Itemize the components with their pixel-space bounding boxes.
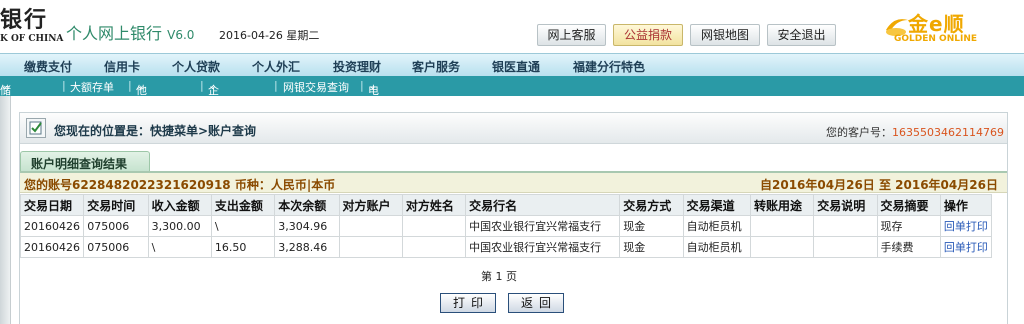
cell-description: [813, 236, 878, 258]
cell-summary: 手续费: [876, 236, 941, 258]
print-receipt-link[interactable]: 回单打印: [939, 236, 993, 258]
cell-date: 20160426: [19, 236, 85, 258]
cell-summary: 现存: [876, 215, 941, 237]
cell-time: 075006: [83, 236, 149, 258]
cell-channel: 自动柜员机: [682, 236, 751, 258]
back-button[interactable]: 返回: [508, 293, 564, 313]
col-income: 收入金额: [147, 194, 212, 216]
subnav-tx-query[interactable]: 网银交易查询: [283, 79, 349, 95]
nav-medical[interactable]: 银医直通: [492, 58, 540, 75]
cell-counter-name: [401, 236, 467, 258]
col-counter-name: 对方姓名: [401, 194, 467, 216]
subnav-divider: |: [274, 79, 278, 92]
col-channel: 交易渠道: [682, 194, 751, 216]
subnav-divider: |: [128, 79, 132, 92]
left-collapse-strip[interactable]: [0, 96, 11, 324]
col-expense: 支出金额: [210, 194, 276, 216]
subnav-divider: |: [360, 79, 364, 92]
cell-method: 现金: [619, 236, 684, 258]
cell-income: 3,300.00: [147, 215, 212, 237]
netbank-title: 个人网上银行 V6.0: [66, 20, 194, 44]
cell-balance: 3,288.46: [274, 236, 340, 258]
shortcut-menu-icon: [26, 118, 46, 138]
col-action: 操作: [939, 194, 993, 216]
cell-description: [813, 215, 878, 237]
content-panel: 您现在的位置是：快捷菜单>账户查询 您的客户号：1635503462114769…: [19, 112, 1008, 324]
cell-counter-account: [338, 236, 403, 258]
version-label: V6.0: [167, 28, 195, 42]
table-header-row: 交易日期 交易时间 收入金额 支出金额 本次余额 对方账户 对方姓名 交易行名 …: [19, 194, 993, 216]
nav-forex[interactable]: 个人外汇: [252, 58, 300, 75]
online-service-button[interactable]: 网上客服: [537, 24, 606, 46]
cell-date: 20160426: [19, 215, 85, 237]
table-row: 20160426 075006 \ 16.50 3,288.46 中国农业银行宜…: [19, 236, 993, 258]
nav-fujian[interactable]: 福建分行特色: [573, 58, 645, 75]
logo-text: 金e顺: [908, 12, 965, 36]
col-counter-account: 对方账户: [338, 194, 403, 216]
tab-detail-result[interactable]: 账户明细查询结果: [20, 151, 150, 171]
cell-income: \: [147, 236, 212, 258]
donation-button[interactable]: 公益捐款: [613, 24, 683, 46]
nav-credit-card[interactable]: 信用卡: [104, 58, 140, 75]
netbank-title-text: 个人网上银行: [66, 24, 163, 43]
cell-expense: \: [210, 215, 276, 237]
location-bar: 您现在的位置是：快捷菜单>账户查询 您的客户号：1635503462114769: [20, 113, 1007, 144]
tab-detail-result-label: 账户明细查询结果: [31, 157, 128, 171]
bank-english-name: K OF CHINA: [0, 34, 64, 44]
col-summary: 交易摘要: [876, 194, 941, 216]
main-nav: 缴费支付 信用卡 个人贷款 个人外汇 投资理财 客户服务 银医直通 福建分行特色: [0, 53, 1024, 76]
col-purpose: 转账用途: [749, 194, 815, 216]
date-range: 自2016年04月26日 至 2016年04月26日: [760, 178, 998, 192]
subnav-savings[interactable]: 储蓄业务 ⌄: [0, 79, 11, 145]
cell-purpose: [749, 236, 815, 258]
col-description: 交易说明: [813, 194, 878, 216]
header-date: 2016-04-26 星期二: [219, 29, 320, 42]
col-method: 交易方式: [619, 194, 684, 216]
nav-payment[interactable]: 缴费支付: [24, 58, 72, 75]
nav-personal-loan[interactable]: 个人贷款: [172, 58, 220, 75]
bank-name: 银行: [0, 7, 49, 33]
subnav-enterprise[interactable]: 企业服务 ⌄: [208, 79, 219, 145]
customer-number-label: 您的客户号：: [826, 126, 892, 139]
cell-method: 现金: [619, 215, 684, 237]
table-row: 20160426 075006 3,300.00 \ 3,304.96 中国农业…: [19, 215, 993, 237]
cell-expense: 16.50: [210, 236, 276, 258]
col-time: 交易时间: [83, 194, 149, 216]
cell-purpose: [749, 215, 815, 237]
cell-counter-account: [338, 215, 403, 237]
logo-subtext: GOLDEN ONLINE: [894, 34, 978, 44]
customer-number: 您的客户号：1635503462114769: [826, 124, 1004, 140]
subnav-e-receipt[interactable]: 电子回单 ⌄: [368, 79, 379, 145]
bank-map-button[interactable]: 网银地图: [690, 24, 760, 46]
cell-bank-name: 中国农业银行宜兴常福支行: [465, 215, 621, 237]
golden-online-logo: 金e顺 GOLDEN ONLINE: [884, 8, 1024, 48]
cell-balance: 3,304.96: [274, 215, 340, 237]
account-info-bar: 您的账号6228482022321620918 币种：人民币|本币 自2016年…: [20, 171, 1007, 193]
subnav-divider: |: [62, 79, 66, 92]
sub-nav: 储蓄业务 ⌄ | 大额存单 | 他行账户 ⌄ | 企业服务 ⌄ | 网银交易查询…: [0, 76, 1024, 145]
cell-channel: 自动柜员机: [682, 215, 751, 237]
page-number: 第 1 页: [481, 270, 517, 283]
transaction-table: 交易日期 交易时间 收入金额 支出金额 本次余额 对方账户 对方姓名 交易行名 …: [19, 194, 993, 258]
nav-customer-service[interactable]: 客户服务: [412, 58, 460, 75]
customer-number-value: 1635503462114769: [892, 126, 1004, 139]
col-balance: 本次余额: [274, 194, 340, 216]
account-number-currency: 您的账号6228482022321620918 币种：人民币|本币: [24, 178, 336, 192]
cell-bank-name: 中国农业银行宜兴常福支行: [465, 236, 621, 258]
print-receipt-link[interactable]: 回单打印: [939, 215, 993, 237]
breadcrumb: 您现在的位置是：快捷菜单>账户查询: [54, 124, 257, 138]
subnav-divider: |: [200, 79, 204, 92]
subnav-other-account[interactable]: 他行账户 ⌄: [136, 79, 147, 145]
print-button[interactable]: 打印: [440, 293, 496, 313]
cell-counter-name: [401, 215, 467, 237]
logout-button[interactable]: 安全退出: [767, 24, 836, 46]
nav-investment[interactable]: 投资理财: [333, 58, 381, 75]
subnav-large-deposit[interactable]: 大额存单: [70, 79, 114, 95]
cell-time: 075006: [83, 215, 149, 237]
col-bank-name: 交易行名: [465, 194, 621, 216]
col-date: 交易日期: [19, 194, 85, 216]
header: 银行 K OF CHINA 个人网上银行 V6.0 2016-04-26 星期二…: [0, 0, 1024, 53]
